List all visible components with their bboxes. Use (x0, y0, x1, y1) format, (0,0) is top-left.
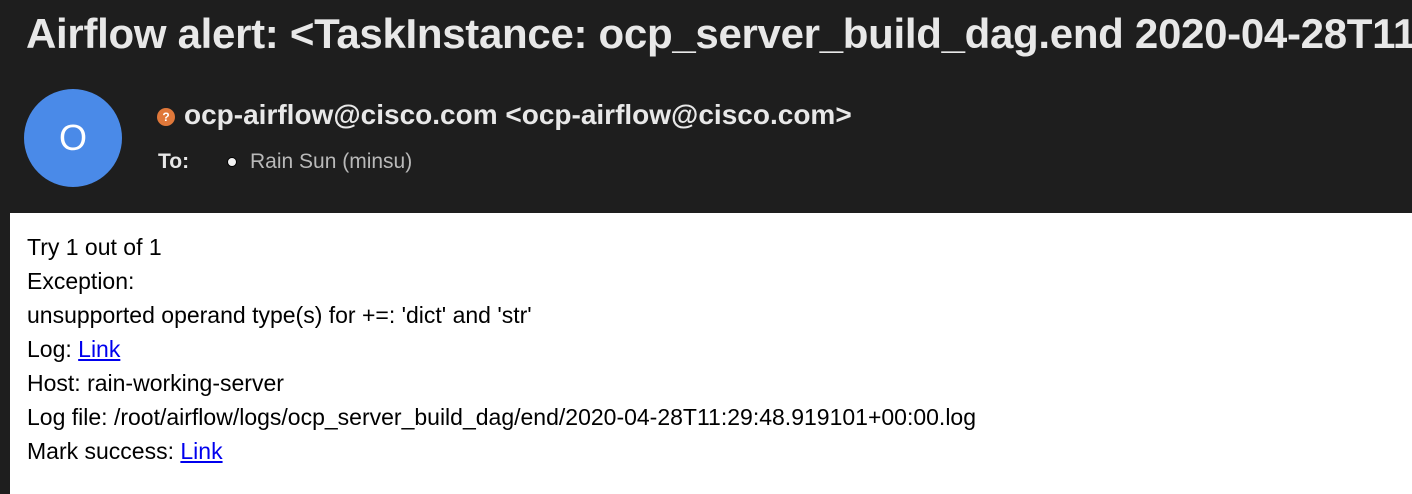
log-file-line: Log file: /root/airflow/logs/ocp_server_… (27, 404, 977, 430)
host-line: Host: rain-working-server (27, 370, 284, 396)
mark-success-line: Mark success: Link (27, 434, 976, 468)
email-body-text: Try 1 out of 1 Exception: unsupported op… (27, 230, 976, 468)
log-link[interactable]: Link (78, 336, 120, 362)
recipient-name[interactable]: Rain Sun (minsu) (250, 150, 412, 174)
log-line: Log: Link (27, 332, 976, 366)
try-line: Try 1 out of 1 (27, 234, 162, 260)
email-body: Try 1 out of 1 Exception: unsupported op… (10, 213, 1412, 494)
exception-label: Exception: (27, 268, 135, 294)
sender-address[interactable]: ocp-airflow@cisco.com <ocp-airflow@cisco… (184, 99, 852, 131)
to-label: To: (158, 150, 190, 173)
mark-success-label: Mark success: (27, 438, 181, 464)
recipient-status-dot-icon (228, 158, 236, 166)
mark-success-link[interactable]: Link (180, 438, 222, 464)
exception-text: unsupported operand type(s) for +=: 'dic… (27, 302, 532, 328)
email-header: Airflow alert: <TaskInstance: ocp_server… (0, 0, 1412, 213)
question-mark-icon[interactable]: ? (157, 108, 175, 126)
sender-avatar[interactable]: O (24, 89, 122, 187)
log-label: Log: (27, 336, 79, 362)
email-subject: Airflow alert: <TaskInstance: ocp_server… (26, 10, 1412, 57)
avatar-initial: O (58, 117, 87, 158)
